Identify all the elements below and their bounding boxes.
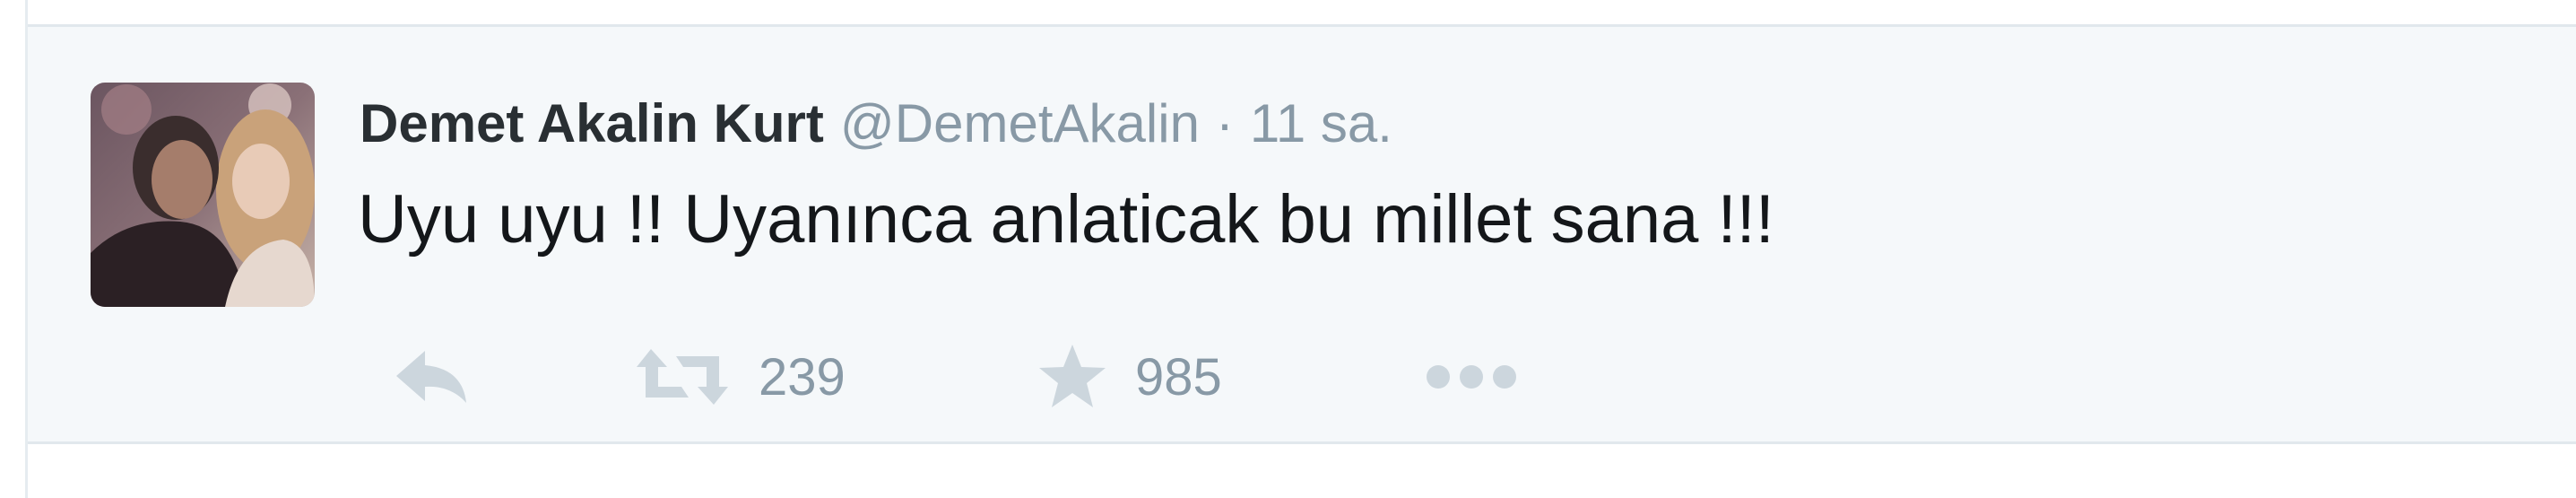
retweet-count: 239 <box>759 347 846 406</box>
reply-button[interactable] <box>391 328 472 426</box>
star-icon <box>1036 341 1108 413</box>
more-button[interactable] <box>1422 328 1521 426</box>
more-dots-icon <box>1422 359 1521 395</box>
reply-icon <box>391 345 472 408</box>
timestamp[interactable]: 11 sa. <box>1250 93 1392 153</box>
separator: · <box>1215 93 1234 153</box>
page: Demet Akalin Kurt @DemetAkalin · 11 sa. Uyu… <box>0 0 2576 498</box>
tweet-text: Uyu uyu !! Uyanınca anlaticak bu millet … <box>358 181 1774 258</box>
avatar[interactable] <box>91 83 315 307</box>
author-name[interactable]: Demet Akalin Kurt <box>360 93 824 153</box>
favorite-count: 985 <box>1135 347 1222 406</box>
retweet-icon <box>633 345 732 408</box>
retweet-button[interactable]: 239 <box>633 328 846 426</box>
favorite-button[interactable]: 985 <box>1036 328 1222 426</box>
tweet-actions: 239 985 <box>360 328 1615 426</box>
tweet-card[interactable]: Demet Akalin Kurt @DemetAkalin · 11 sa. Uyu… <box>28 24 2576 444</box>
author-handle[interactable]: @DemetAkalin <box>840 93 1200 153</box>
tweet-header: Demet Akalin Kurt @DemetAkalin · 11 sa. <box>360 88 1392 160</box>
